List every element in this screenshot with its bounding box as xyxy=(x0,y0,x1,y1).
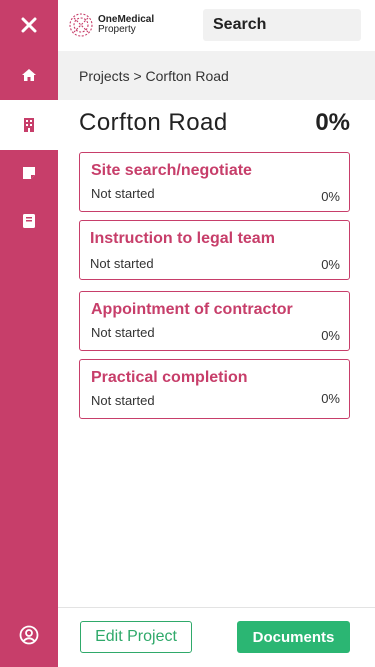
book-icon xyxy=(23,214,35,228)
breadcrumb[interactable]: Projects > Corfton Road xyxy=(79,68,229,84)
stage-percent: 0% xyxy=(321,391,340,406)
sidebar-item-home[interactable] xyxy=(0,50,58,100)
logo-line-2: Property xyxy=(98,24,136,35)
stage-status: Not started xyxy=(91,186,155,201)
header: OneMedical Property xyxy=(58,0,375,51)
stage-percent: 0% xyxy=(321,257,340,272)
sidebar xyxy=(0,0,58,667)
stage-card[interactable]: Practical completion Not started 0% xyxy=(79,359,350,419)
sidebar-item-account[interactable] xyxy=(0,610,58,660)
stage-status: Not started xyxy=(91,393,155,408)
stage-card[interactable]: Appointment of contractor Not started 0% xyxy=(79,291,350,351)
close-menu-button[interactable] xyxy=(0,0,58,50)
onemedical-logo-icon xyxy=(69,13,93,37)
stage-title: Practical completion xyxy=(91,369,248,386)
building-icon xyxy=(24,118,34,132)
stage-title: Site search/negotiate xyxy=(91,162,252,179)
stage-title: Instruction to legal team xyxy=(90,230,275,247)
page-title: Corfton Road xyxy=(79,109,228,136)
note-icon xyxy=(23,167,35,179)
sidebar-item-notes[interactable] xyxy=(0,148,58,198)
logo[interactable]: OneMedical Property xyxy=(68,12,154,38)
account-icon xyxy=(19,625,39,645)
search-input[interactable] xyxy=(203,9,361,41)
sidebar-item-projects[interactable] xyxy=(0,100,58,150)
stage-status: Not started xyxy=(91,325,155,340)
stage-card[interactable]: Instruction to legal team Not started 0% xyxy=(79,220,350,280)
breadcrumb-bar: Projects > Corfton Road xyxy=(58,51,375,100)
stage-title: Appointment of contractor xyxy=(91,301,293,318)
stage-percent: 0% xyxy=(321,189,340,204)
stage-card[interactable]: Site search/negotiate Not started 0% xyxy=(79,152,350,212)
footer-divider xyxy=(58,607,375,608)
stage-status: Not started xyxy=(90,256,154,271)
project-progress-percent: 0% xyxy=(315,109,350,136)
close-icon xyxy=(21,17,37,33)
documents-button[interactable]: Documents xyxy=(237,621,350,653)
sidebar-item-documents[interactable] xyxy=(0,196,58,246)
stage-percent: 0% xyxy=(321,328,340,343)
edit-project-button[interactable]: Edit Project xyxy=(80,621,192,653)
home-icon xyxy=(22,69,36,81)
